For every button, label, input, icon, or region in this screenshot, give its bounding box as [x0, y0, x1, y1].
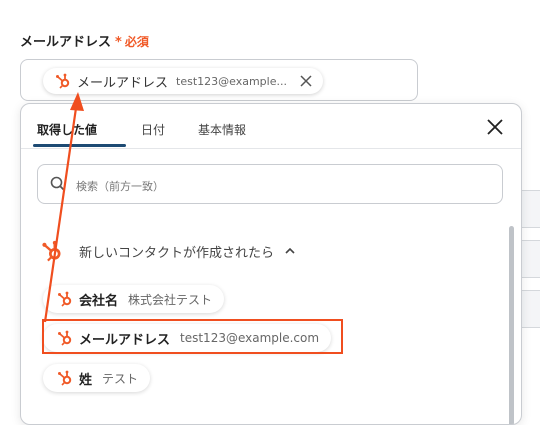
annotation-arrow: [43, 92, 84, 323]
